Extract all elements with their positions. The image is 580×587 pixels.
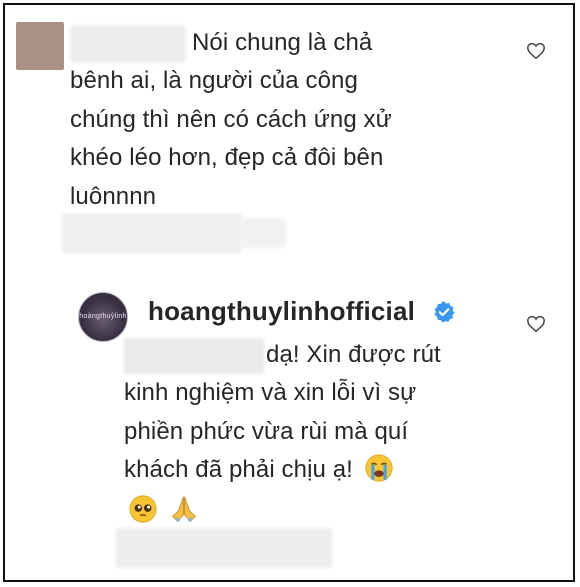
reply-line: dạ! Xin được rút [266, 341, 441, 368]
comment-line: chúng thì nên có cách ứng xử [70, 105, 392, 133]
folded-hands-emoji-icon [171, 496, 196, 522]
reply-line: khách đã phải chịu ạ! [124, 451, 416, 490]
reply-emoji-line [124, 492, 416, 531]
blurred-mention [124, 338, 264, 374]
pleading-face-emoji-icon [129, 494, 157, 523]
comment-line: Nói chung là chả [192, 29, 373, 56]
reply-avatar[interactable]: hoàngthuỳlinh [78, 292, 128, 342]
reply-line: phiền phức vừa rùi mà quí [124, 417, 409, 445]
reply-text: dạ! Xin được rút [266, 336, 441, 375]
blurred-comment-meta [62, 213, 242, 253]
verified-badge-icon [434, 301, 455, 323]
crying-face-emoji-icon [365, 454, 393, 482]
comment-line: bênh ai, là người của công [70, 67, 358, 94]
reply-line: kinh nghiệm và xin lỗi vì sự [124, 379, 417, 406]
comment-text-cont: bênh ai, là người của công chúng thì nên… [70, 62, 392, 216]
blurred-comment-meta [242, 218, 286, 248]
reply-username[interactable]: hoangthuylinhofficial [148, 295, 415, 327]
comment-line: luônnnn [70, 182, 157, 210]
heart-outline-icon[interactable] [526, 315, 546, 333]
reply-text-cont: kinh nghiệm và xin lỗi vì sự phiền phức … [124, 374, 416, 530]
blurred-username [70, 25, 186, 63]
reply-line-text: khách đã phải chịu ạ! [124, 456, 353, 483]
blurred-reply-meta [116, 528, 332, 568]
comment-line: khéo léo hơn, đẹp cả đôi bên [70, 144, 384, 171]
commenter-avatar[interactable] [16, 22, 64, 70]
comment-text: Nói chung là chả [192, 24, 372, 63]
heart-outline-icon[interactable] [526, 42, 546, 60]
